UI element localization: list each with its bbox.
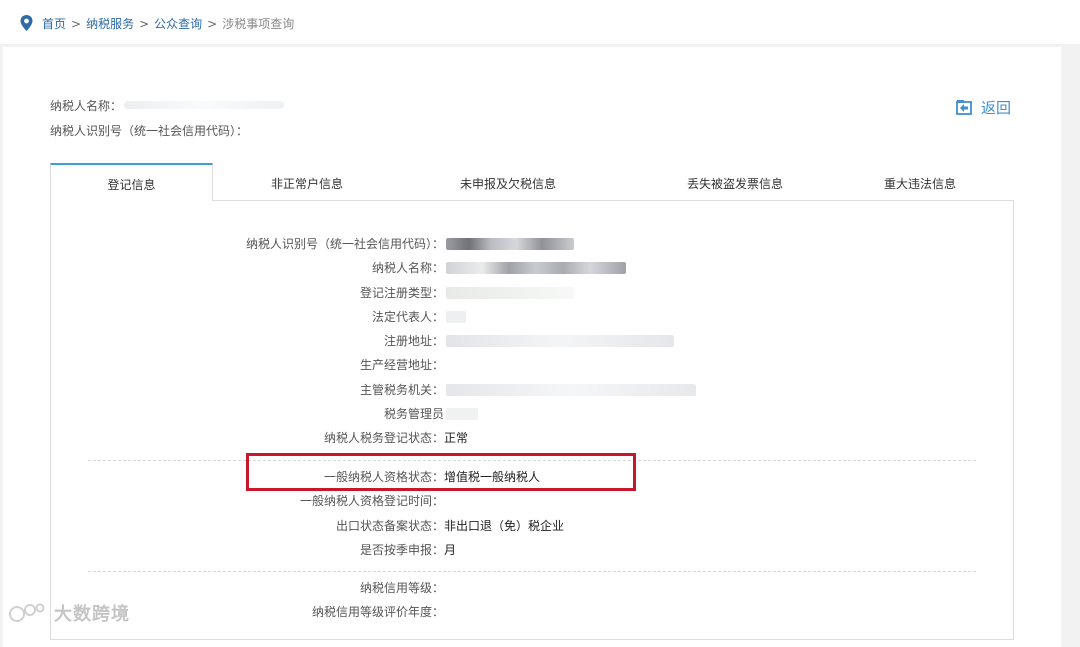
taxpayer-id-label: 纳税人识别号（统一社会信用代码）： bbox=[50, 124, 249, 138]
breadcrumb-current: 涉税事项查询 bbox=[222, 17, 295, 31]
field-label: 税务管理员 bbox=[383, 407, 444, 421]
redacted-taxpayer-name bbox=[446, 262, 626, 274]
field-value: 月 bbox=[444, 543, 457, 557]
field-label: 法定代表人： bbox=[371, 310, 444, 324]
field-row: 法定代表人： bbox=[60, 307, 960, 327]
return-arrow-icon bbox=[956, 100, 972, 115]
field-row: 是否按季申报：月 bbox=[60, 540, 960, 560]
field-row: 生产经营地址： bbox=[60, 355, 960, 375]
field-label: 纳税人税务登记状态： bbox=[323, 431, 444, 445]
breadcrumb-separator: > bbox=[139, 17, 150, 31]
watermark: 大数跨境 bbox=[8, 600, 130, 626]
tab-registration-info[interactable]: 登记信息 bbox=[50, 163, 213, 201]
field-row: 纳税人税务登记状态： 正常 bbox=[60, 428, 960, 448]
breadcrumb-bar: 首页 > 纳税服务 > 公众查询 > 涉税事项查询 bbox=[0, 0, 1080, 44]
back-button[interactable]: 返回 bbox=[956, 97, 1011, 117]
field-value: 非出口退（免）税企业 bbox=[444, 519, 565, 533]
breadcrumb-home-link[interactable]: 首页 bbox=[42, 17, 66, 31]
tab-major-violation-info[interactable]: 重大违法信息 bbox=[850, 163, 990, 201]
redacted-tax-officer bbox=[446, 408, 478, 420]
field-label: 生产经营地址： bbox=[359, 358, 444, 372]
field-label: 纳税信用等级： bbox=[359, 581, 444, 595]
back-label: 返回 bbox=[981, 98, 1012, 117]
redacted-taxpayer-name bbox=[124, 101, 284, 109]
field-label: 出口状态备案状态： bbox=[335, 519, 444, 533]
field-row: 纳税信用等级评价年度： bbox=[60, 602, 960, 622]
taxpayer-name-label: 纳税人名称： bbox=[50, 99, 123, 113]
field-label: 是否按季申报： bbox=[359, 543, 444, 557]
redacted-tax-authority bbox=[446, 384, 696, 396]
field-label: 纳税人识别号（统一社会信用代码）： bbox=[245, 237, 444, 251]
field-label: 注册地址： bbox=[383, 334, 444, 348]
field-label: 一般纳税人资格登记时间： bbox=[299, 494, 444, 508]
redacted-legal-rep bbox=[446, 311, 466, 323]
tab-unfiled-arrears-info[interactable]: 未申报及欠税信息 bbox=[422, 163, 594, 201]
field-row: 税务管理员 bbox=[60, 404, 960, 424]
field-row: 一般纳税人资格登记时间： bbox=[60, 491, 960, 511]
highlight-box bbox=[246, 453, 636, 491]
tab-lost-stolen-invoice-info[interactable]: 丢失被盗发票信息 bbox=[650, 163, 820, 201]
watermark-text: 大数跨境 bbox=[54, 604, 130, 625]
tab-abnormal-account-info[interactable]: 非正常户信息 bbox=[226, 163, 388, 201]
field-label: 纳税信用等级评价年度： bbox=[311, 605, 444, 619]
field-label: 纳税人名称： bbox=[371, 261, 444, 275]
redacted-registration-type bbox=[446, 287, 574, 299]
breadcrumb-tax-service-link[interactable]: 纳税服务 bbox=[86, 17, 134, 31]
tab-bar: 登记信息 非正常户信息 未申报及欠税信息 丢失被盗发票信息 重大违法信息 bbox=[50, 163, 1015, 201]
watermark-logo-icon bbox=[9, 603, 45, 622]
field-label: 登记注册类型： bbox=[359, 286, 444, 300]
redacted-registered-address bbox=[446, 335, 674, 347]
redacted-taxpayer-id bbox=[446, 238, 574, 250]
field-label: 主管税务机关： bbox=[359, 383, 444, 397]
location-pin-icon bbox=[20, 15, 33, 31]
section-divider bbox=[88, 571, 976, 572]
field-value: 正常 bbox=[444, 431, 469, 445]
field-row: 出口状态备案状态： 非出口退（免）税企业 bbox=[60, 516, 960, 536]
breadcrumb: 首页 > 纳税服务 > 公众查询 > 涉税事项查询 bbox=[42, 16, 294, 32]
breadcrumb-public-query-link[interactable]: 公众查询 bbox=[154, 17, 202, 31]
field-row: 纳税信用等级： bbox=[60, 578, 960, 598]
breadcrumb-separator: > bbox=[71, 17, 82, 31]
breadcrumb-separator: > bbox=[207, 17, 218, 31]
